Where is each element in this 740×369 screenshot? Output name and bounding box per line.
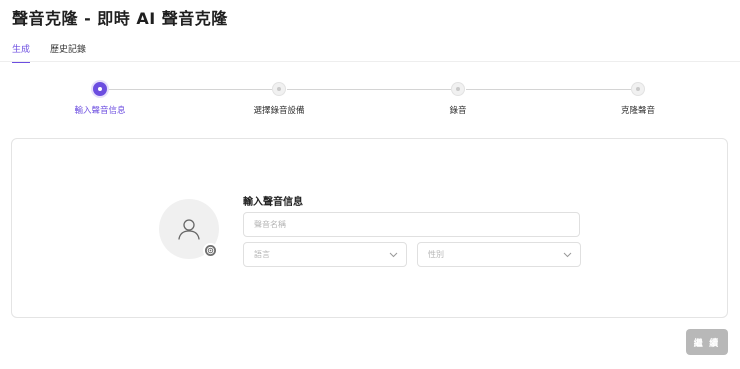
camera-icon xyxy=(206,246,215,255)
stepper: 輸入聲音信息 選擇錄音設備 錄音 克隆聲音 xyxy=(0,80,740,120)
form-title: 輸入聲音信息 xyxy=(243,197,303,208)
step-2-label: 選擇錄音設備 xyxy=(253,106,305,116)
tab-history[interactable]: 歷史記錄 xyxy=(50,42,86,63)
user-icon xyxy=(178,219,200,240)
step-connector xyxy=(108,89,272,90)
camera-button[interactable] xyxy=(203,243,218,258)
step-connector xyxy=(466,89,631,90)
page-title: 聲音克隆 - 即時 AI 聲音克隆 xyxy=(12,9,228,28)
step-4-label: 克隆聲音 xyxy=(620,106,656,116)
gender-select[interactable]: 性別 xyxy=(417,242,581,267)
step-4-dot xyxy=(631,82,645,96)
tab-generate[interactable]: 生成 xyxy=(12,42,31,63)
chevron-down-icon xyxy=(389,252,398,257)
step-3-label: 錄音 xyxy=(449,106,467,116)
step-1-label: 輸入聲音信息 xyxy=(74,106,126,116)
voice-name-input[interactable] xyxy=(254,213,579,236)
gender-placeholder: 性別 xyxy=(428,250,444,259)
language-placeholder: 語言 xyxy=(254,250,270,259)
step-connector xyxy=(287,89,451,90)
chevron-down-icon xyxy=(563,252,572,257)
step-2-dot xyxy=(272,82,286,96)
tabs-divider xyxy=(0,61,740,62)
voice-info-card: 輸入聲音信息 語言 性別 xyxy=(11,138,728,318)
step-3-dot xyxy=(451,82,465,96)
continue-button[interactable]: 繼 續 xyxy=(686,329,728,355)
step-1-dot xyxy=(93,82,107,96)
tab-bar: 生成 歷史記錄 xyxy=(12,42,86,63)
language-select[interactable]: 語言 xyxy=(243,242,407,267)
voice-name-field[interactable] xyxy=(243,212,580,237)
